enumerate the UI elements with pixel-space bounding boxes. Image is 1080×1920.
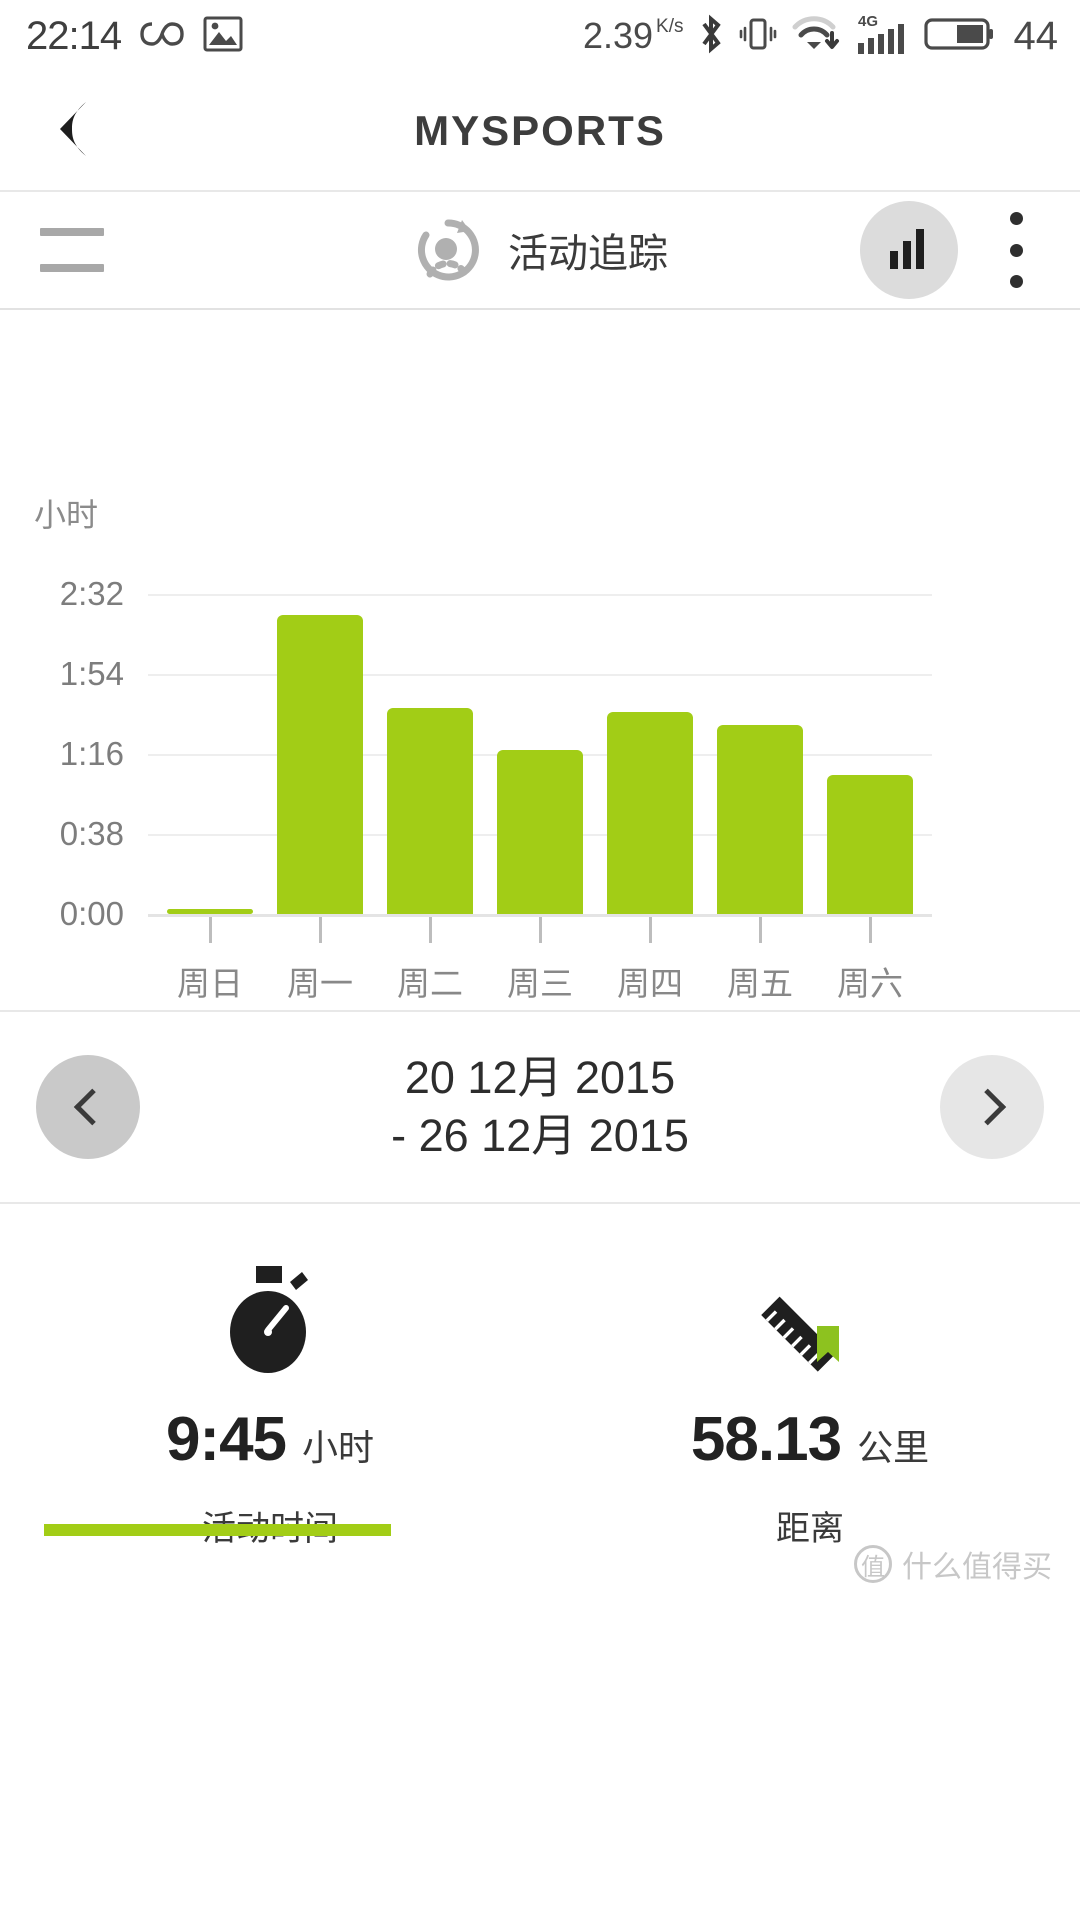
- chevron-left-icon: [73, 1088, 111, 1126]
- stat-active-time-value: 9:45: [165, 1405, 287, 1474]
- chart-x-tick: 周五: [705, 917, 815, 1005]
- status-clock: 22:14: [26, 13, 122, 58]
- date-range-label: 20 12月 2015 - 26 12月 2015: [391, 1049, 689, 1164]
- chart-x-tick-label: 周四: [617, 965, 683, 1002]
- date-range-start: 20 12月 2015: [404, 1052, 676, 1104]
- goal-progress-fill: [44, 1524, 392, 1536]
- watermark-logo: 值: [854, 1545, 892, 1583]
- stat-active-time-unit: 小时: [302, 1427, 375, 1468]
- svg-text:4G: 4G: [858, 13, 878, 30]
- chart-y-tick-label: 0:38: [59, 815, 124, 852]
- chart-x-tick-mark: [318, 917, 322, 943]
- chart-bar-slot[interactable]: [265, 310, 375, 914]
- stat-distance-unit: 公里: [857, 1427, 930, 1468]
- chart-bar-slot[interactable]: [155, 310, 265, 914]
- chart-y-tick-label: 1:16: [59, 734, 124, 772]
- watermark: 值 什么值得买: [854, 1542, 1052, 1586]
- chart-x-tick: 周四: [595, 917, 705, 1005]
- back-button[interactable]: [44, 101, 104, 161]
- activity-toolbar: 活动追踪: [0, 190, 1080, 310]
- hamburger-bar: [40, 228, 104, 236]
- stat-distance-value-row: 58.13 公里: [691, 1404, 929, 1475]
- vibrate-icon: [738, 13, 778, 60]
- hamburger-menu-icon[interactable]: [40, 228, 104, 272]
- chart-bar-slot[interactable]: [705, 310, 815, 914]
- image-icon: [203, 14, 243, 59]
- chart-x-tick-label: 周一: [287, 965, 353, 1002]
- back-arrow-icon: [46, 98, 102, 165]
- more-options-icon: [1009, 275, 1023, 288]
- chart-bar[interactable]: [387, 708, 473, 914]
- chart-x-tick: 周日: [155, 917, 265, 1005]
- chart-bar[interactable]: [277, 614, 363, 914]
- chart-bar-slot[interactable]: [375, 310, 485, 914]
- chart-plot-area: 0:00 0:38 1:16 1:54 2:32 周日 周一 周二 周三 周四 周五 周六: [0, 310, 1080, 1010]
- date-navigation: 20 12月 2015 - 26 12月 2015: [0, 1012, 1080, 1204]
- goal-progress-track: [44, 1524, 1036, 1536]
- chart-bar[interactable]: [717, 724, 803, 914]
- toolbar-heading: 活动追踪: [412, 214, 668, 286]
- app-title-bar: MYSPORTS: [0, 72, 1080, 190]
- wifi-download-icon: [792, 13, 840, 60]
- battery-percent: 44: [1013, 13, 1059, 58]
- status-bar: 22:14 2.39 K/s 4G 44: [0, 0, 1080, 72]
- chart-x-tick-mark: [428, 917, 432, 943]
- chart-bars: [155, 310, 925, 914]
- ruler-icon: [755, 1264, 865, 1376]
- chart-bar[interactable]: [827, 775, 913, 914]
- chart-x-tick-label: 周三: [507, 965, 573, 1002]
- chart-x-tick-mark: [758, 917, 762, 943]
- bluetooth-icon: [698, 13, 724, 60]
- activity-chart-panel: 小时 0:00 0:38 1:16 1:54 2:32 周日 周一 周二 周三 周四 周五 周六: [0, 310, 1080, 1012]
- status-bar-right: 2.39 K/s 4G 44: [583, 11, 1058, 62]
- page-title: MYSPORTS: [414, 107, 666, 154]
- chart-y-tick-label: 1:54: [59, 654, 124, 692]
- chart-x-tick-label: 周六: [837, 965, 903, 1002]
- chart-y-tick-label: 2:32: [59, 575, 124, 612]
- activity-tracking-icon: [412, 214, 484, 286]
- chart-x-axis: 周日 周一 周二 周三 周四 周五 周六: [155, 917, 925, 1005]
- chart-x-tick: 周三: [485, 917, 595, 1005]
- chart-x-tick-mark: [208, 917, 212, 943]
- bar-chart-icon: [884, 223, 934, 278]
- chart-toggle-button[interactable]: [860, 201, 958, 299]
- summary-stats: 9:45 小时 活动时间 58.13 公里 距离 值 什么值得买: [0, 1204, 1080, 1604]
- chart-x-tick: 周六: [815, 917, 925, 1005]
- network-speed-unit: K/s: [656, 16, 684, 37]
- chart-x-tick-mark: [868, 917, 872, 943]
- chart-x-tick-mark: [538, 917, 542, 943]
- chart-x-tick-label: 周日: [177, 965, 243, 1002]
- previous-week-button[interactable]: [36, 1055, 140, 1159]
- chart-bar-slot[interactable]: [485, 310, 595, 914]
- chart-bar-slot[interactable]: [595, 310, 705, 914]
- chart-x-tick: 周二: [375, 917, 485, 1005]
- chart-x-tick-label: 周五: [727, 965, 793, 1002]
- more-options-button[interactable]: [988, 212, 1044, 288]
- date-range-end: - 26 12月 2015: [391, 1110, 689, 1161]
- chart-bar-slot[interactable]: [815, 310, 925, 914]
- infinity-icon: [139, 19, 185, 54]
- chevron-right-icon: [969, 1088, 1007, 1126]
- chart-bar[interactable]: [167, 909, 253, 914]
- network-speed-value: 2.39: [582, 15, 654, 56]
- stat-distance-value: 58.13: [690, 1405, 842, 1474]
- battery-icon: [923, 14, 994, 59]
- chart-x-tick: 周一: [265, 917, 375, 1005]
- chart-x-tick-mark: [648, 917, 652, 943]
- next-week-button[interactable]: [940, 1055, 1044, 1159]
- chart-x-tick-label: 周二: [397, 965, 463, 1002]
- more-options-icon: [1009, 212, 1023, 225]
- chart-y-tick-label: 0:00: [59, 895, 124, 932]
- toolbar-title: 活动追踪: [508, 232, 668, 276]
- network-speed: 2.39 K/s: [583, 15, 684, 57]
- stat-active-time-value-row: 9:45 小时: [166, 1404, 374, 1475]
- chart-bar[interactable]: [607, 711, 693, 914]
- status-bar-left: 22:14: [26, 14, 243, 59]
- stopwatch-icon: [218, 1264, 322, 1376]
- watermark-text: 什么值得买: [902, 1551, 1052, 1584]
- signal-4g-icon: 4G: [854, 11, 910, 62]
- chart-bar[interactable]: [497, 749, 583, 914]
- hamburger-bar: [40, 264, 104, 272]
- more-options-icon: [1009, 243, 1023, 257]
